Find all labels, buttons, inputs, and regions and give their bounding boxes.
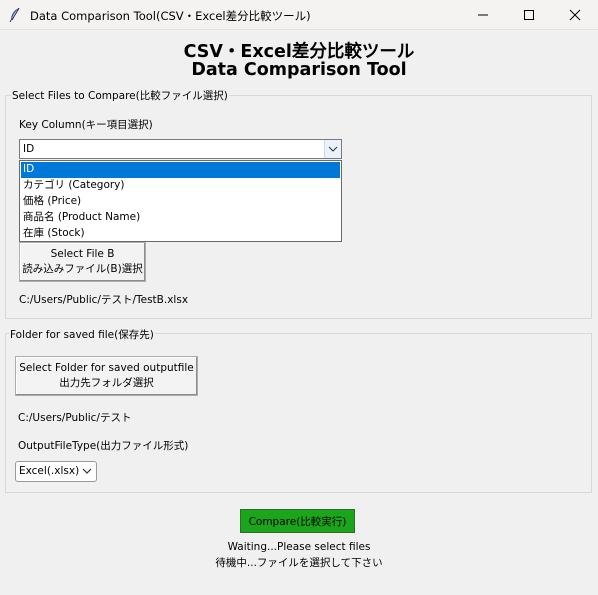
minimize-icon (477, 6, 489, 25)
maximize-button[interactable] (506, 0, 552, 30)
title-bar: Data Comparison Tool(CSV・Excel差分比較ツール) (0, 0, 598, 30)
chevron-down-icon (82, 466, 92, 478)
file-select-group-label: Select Files to Compare(比較ファイル選択) (11, 88, 229, 103)
key-column-label: Key Column(キー項目選択) (19, 119, 153, 131)
key-column-value: ID (23, 143, 35, 155)
output-file-type-select[interactable]: Excel(.xlsx) (15, 461, 97, 482)
minimize-button[interactable] (460, 0, 506, 30)
dropdown-option-stock[interactable]: 在庫 (Stock) (21, 226, 340, 242)
feather-icon (8, 7, 22, 23)
dropdown-option-price[interactable]: 価格 (Price) (21, 194, 340, 210)
output-file-type-label: OutputFileType(出力ファイル形式) (18, 440, 189, 452)
status-line-jp: 待機中...ファイルを選択して下さい (215, 557, 383, 569)
chevron-down-icon[interactable] (324, 140, 341, 158)
dropdown-option-id[interactable]: ID (21, 162, 340, 178)
output-group-label: Folder for saved file(保存先) (9, 327, 155, 342)
select-output-folder-label-jp: 出力先フォルダ選択 (59, 377, 154, 389)
select-file-b-label-jp: 読み込みファイル(B)選択 (22, 263, 143, 275)
select-output-folder-label-en: Select Folder for saved outputfile (19, 362, 194, 374)
select-file-b-button[interactable]: Select File B 読み込みファイル(B)選択 (19, 242, 146, 282)
window-title: Data Comparison Tool(CSV・Excel差分比較ツール) (30, 9, 311, 23)
close-button[interactable] (552, 0, 598, 30)
key-column-combobox[interactable]: ID (19, 139, 342, 159)
close-icon (569, 6, 581, 25)
file-b-path: C:/Users/Public/テスト/TestB.xlsx (19, 294, 189, 306)
key-column-dropdown-list: ID カテゴリ (Category) 価格 (Price) 商品名 (Produ… (19, 160, 342, 242)
output-file-type-value: Excel(.xlsx) (19, 465, 80, 477)
maximize-icon (523, 6, 535, 25)
select-output-folder-button[interactable]: Select Folder for saved outputfile 出力先フォ… (15, 356, 198, 396)
compare-button[interactable]: Compare(比較実行) (240, 509, 355, 533)
status-line-en: Waiting...Please select files (227, 541, 371, 553)
dropdown-option-product-name[interactable]: 商品名 (Product Name) (21, 210, 340, 226)
output-folder-path: C:/Users/Public/テスト (18, 412, 132, 424)
dropdown-option-category[interactable]: カテゴリ (Category) (21, 178, 340, 194)
page-title-en: Data Comparison Tool (191, 60, 407, 80)
select-file-b-label-en: Select File B (50, 248, 115, 260)
